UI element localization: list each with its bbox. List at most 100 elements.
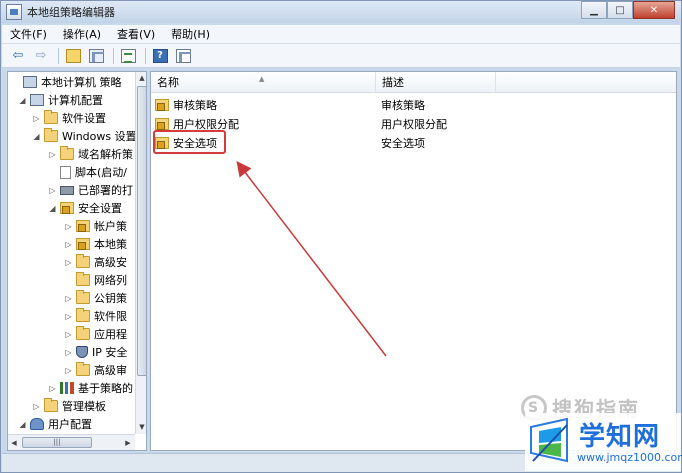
- chart-icon: [60, 382, 74, 394]
- tree-item-name-resolution-policy[interactable]: ▷ 域名解析策: [48, 145, 133, 163]
- collapsed-arrow-icon[interactable]: ▷: [48, 150, 57, 159]
- folder-icon: [44, 110, 58, 124]
- list-item[interactable]: 用户权限分配 用户权限分配: [151, 114, 676, 133]
- tree-item-scripts[interactable]: 脚本(启动/: [48, 163, 127, 181]
- tree-item-advanced-audit[interactable]: ▷ 高级审: [64, 361, 127, 379]
- collapsed-arrow-icon[interactable]: ▷: [64, 348, 73, 357]
- collapsed-arrow-icon[interactable]: ▷: [64, 294, 73, 303]
- lock-folder-icon: [60, 202, 74, 214]
- tree-item-local-policies[interactable]: ▷ 本地策: [64, 235, 127, 253]
- tree-item-admin-templates[interactable]: ▷ 管理模板: [32, 397, 106, 415]
- tree-item-label: 已部署的打: [78, 184, 133, 197]
- title-bar[interactable]: 本地组策略编辑器 ▁ □ ✕: [1, 1, 681, 23]
- scroll-up-icon[interactable]: ▲: [136, 72, 146, 84]
- annotation-highlight-box: [153, 130, 226, 154]
- lock-folder-icon: [76, 220, 90, 232]
- lock-folder-icon: [155, 117, 169, 130]
- list-item-description: 用户权限分配: [381, 117, 447, 131]
- collapsed-arrow-icon[interactable]: ▷: [64, 312, 73, 321]
- collapsed-arrow-icon[interactable]: ▷: [64, 330, 73, 339]
- tree-item-label: 高级审: [94, 364, 127, 377]
- tree-item-software-restriction[interactable]: ▷ 软件限: [64, 307, 127, 325]
- close-button[interactable]: ✕: [633, 1, 675, 19]
- back-arrow-icon[interactable]: ⇦: [8, 47, 28, 65]
- tree-item-computer-config[interactable]: ◢ 计算机配置: [18, 91, 103, 109]
- tree-item-deployed-printers[interactable]: ▷ 已部署的打: [48, 181, 133, 199]
- maximize-button[interactable]: □: [607, 1, 633, 19]
- show-hide-tree-button[interactable]: [86, 47, 106, 65]
- export-list-button[interactable]: [118, 47, 138, 65]
- folder-icon: [76, 308, 90, 322]
- expanded-arrow-icon[interactable]: ◢: [48, 204, 57, 213]
- tree-item-label: 计算机配置: [48, 94, 103, 107]
- document-icon: [60, 165, 71, 179]
- lock-folder-icon: [155, 98, 169, 111]
- collapsed-arrow-icon[interactable]: ▷: [64, 366, 73, 375]
- list-item-description: 安全选项: [381, 136, 425, 150]
- printer-icon: [60, 185, 74, 195]
- tree-item-label: 域名解析策: [78, 148, 133, 161]
- lock-folder-icon: [76, 238, 90, 250]
- site-name: 学知网: [579, 422, 661, 452]
- collapsed-arrow-icon[interactable]: ▷: [48, 384, 57, 393]
- collapsed-arrow-icon[interactable]: ▷: [32, 402, 41, 411]
- minimize-button[interactable]: ▁: [581, 1, 607, 19]
- tree-item-label: 用户配置: [48, 418, 92, 431]
- tree-item-local-computer-policy[interactable]: 本地计算机 策略: [11, 73, 122, 91]
- collapsed-arrow-icon[interactable]: ▷: [48, 186, 57, 195]
- menu-help[interactable]: 帮助(H): [163, 26, 218, 42]
- menu-view[interactable]: 查看(V): [109, 26, 163, 42]
- tree-item-label: 帐户策: [94, 220, 127, 233]
- menu-file[interactable]: 文件(F): [2, 26, 55, 42]
- column-header-name[interactable]: ▲ 名称: [151, 72, 376, 93]
- tree-item-network-list[interactable]: 网络列: [64, 271, 127, 289]
- expanded-arrow-icon[interactable]: ◢: [18, 96, 27, 105]
- list-column-header: ▲ 名称 描述: [151, 72, 676, 93]
- tree-item-app-control[interactable]: ▷ 应用程: [64, 325, 127, 343]
- menu-action[interactable]: 操作(A): [55, 26, 109, 42]
- tree-item-software-settings[interactable]: ▷ 软件设置: [32, 109, 106, 127]
- sort-ascending-icon: ▲: [259, 75, 265, 83]
- scroll-left-icon[interactable]: ◀: [8, 437, 20, 449]
- tree-item-label: Windows 设置: [62, 130, 137, 143]
- tree-item-public-key[interactable]: ▷ 公钥策: [64, 289, 127, 307]
- horizontal-scroll-thumb[interactable]: |||: [22, 437, 92, 448]
- collapsed-arrow-icon[interactable]: ▷: [64, 240, 73, 249]
- collapsed-arrow-icon[interactable]: ▷: [32, 114, 41, 123]
- tree-item-label: IP 安全: [92, 346, 128, 359]
- tree-item-user-config[interactable]: ◢ 用户配置: [18, 415, 92, 433]
- tree-item-security-settings[interactable]: ◢ 安全设置: [48, 199, 122, 217]
- forward-arrow-icon[interactable]: ⇨: [31, 47, 51, 65]
- up-folder-icon: [65, 48, 81, 63]
- folder-icon: [76, 326, 90, 340]
- collapsed-arrow-icon[interactable]: ▷: [64, 222, 73, 231]
- vertical-scroll-thumb[interactable]: [137, 86, 146, 376]
- tree-item-policy-based-qos[interactable]: ▷ 基于策略的: [48, 379, 133, 397]
- expanded-arrow-icon[interactable]: ◢: [18, 420, 27, 429]
- tree-horizontal-scrollbar[interactable]: ◀ ||| ▶: [8, 434, 135, 450]
- help-button[interactable]: ?: [150, 47, 170, 65]
- tree-item-label: 高级安: [94, 256, 127, 269]
- tree-item-label: 软件设置: [62, 112, 106, 125]
- up-folder-button[interactable]: [63, 47, 83, 65]
- tree-item-label: 安全设置: [78, 202, 122, 215]
- column-header-description[interactable]: 描述: [376, 72, 496, 93]
- expanded-arrow-icon[interactable]: ◢: [32, 132, 41, 141]
- folder-icon: [44, 128, 58, 142]
- tree-item-ip-security[interactable]: ▷ IP 安全: [64, 343, 127, 361]
- tree-item-windows-settings[interactable]: ◢ Windows 设置: [32, 127, 137, 145]
- scroll-right-icon[interactable]: ▶: [122, 437, 134, 449]
- list-item[interactable]: 审核策略 审核策略: [151, 95, 676, 114]
- tree-item-account-policies[interactable]: ▷ 帐户策: [64, 217, 127, 235]
- collapsed-arrow-icon[interactable]: ▷: [64, 258, 73, 267]
- tree-item-label: 脚本(启动/: [75, 166, 127, 179]
- list-item-security-options[interactable]: 安全选项 安全选项: [151, 133, 676, 152]
- tree-vertical-scrollbar[interactable]: ▲ ▼: [135, 72, 146, 434]
- tree-item-advanced-firewall[interactable]: ▷ 高级安: [64, 253, 127, 271]
- toolbar-separator: [113, 47, 114, 64]
- console-tree: 本地计算机 策略 ◢ 计算机配置 ▷ 软件设置 ◢ Windows 设置 ▷ 域…: [7, 71, 147, 451]
- scroll-down-icon[interactable]: ▼: [136, 421, 146, 433]
- properties-button[interactable]: [173, 47, 193, 65]
- toolbar-separator: [58, 47, 59, 64]
- window-controls: ▁ □ ✕: [581, 1, 675, 19]
